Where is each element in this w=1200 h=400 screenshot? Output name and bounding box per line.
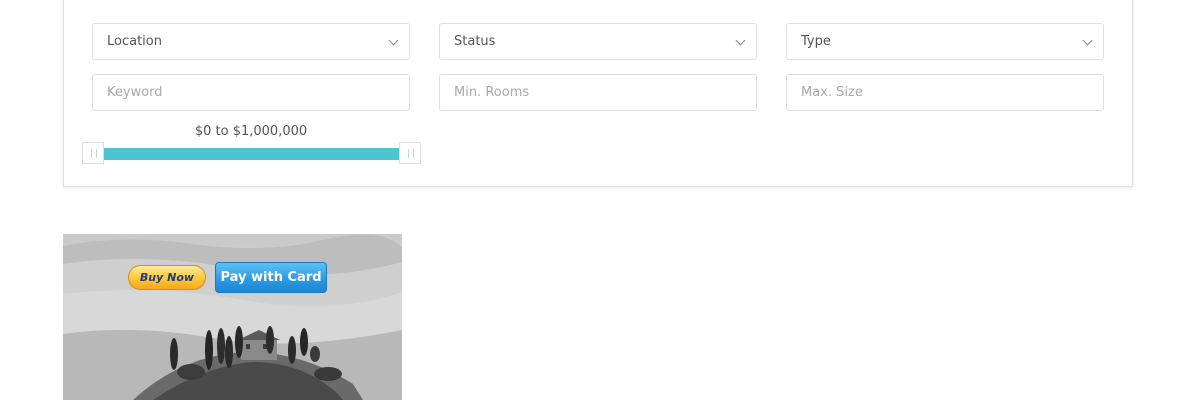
max-size-placeholder: Max. Size [801, 85, 863, 100]
chevron-down-icon [388, 35, 399, 46]
keyword-placeholder: Keyword [107, 85, 163, 100]
pay-with-card-button[interactable]: Pay with Card [215, 262, 327, 293]
type-select[interactable]: Type [786, 23, 1104, 60]
landscape-image [63, 234, 402, 400]
min-rooms-input[interactable]: Min. Rooms [439, 74, 757, 111]
price-range-label: $0 to $1,000,000 [194, 124, 308, 139]
location-select[interactable]: Location [92, 23, 410, 60]
chevron-down-icon [1082, 35, 1093, 46]
property-image [63, 234, 402, 400]
type-select-value: Type [801, 34, 831, 49]
min-rooms-placeholder: Min. Rooms [454, 85, 530, 100]
chevron-down-icon [735, 35, 746, 46]
price-min-handle[interactable] [82, 142, 104, 164]
price-range-slider[interactable] [82, 142, 421, 164]
status-select[interactable]: Status [439, 23, 757, 60]
max-size-input[interactable]: Max. Size [786, 74, 1104, 111]
location-select-value: Location [107, 34, 162, 49]
status-select-value: Status [454, 34, 496, 49]
price-range-fill [103, 148, 400, 160]
price-max-handle[interactable] [399, 142, 421, 164]
buy-now-button[interactable]: Buy Now [128, 265, 206, 290]
keyword-input[interactable]: Keyword [92, 74, 410, 111]
